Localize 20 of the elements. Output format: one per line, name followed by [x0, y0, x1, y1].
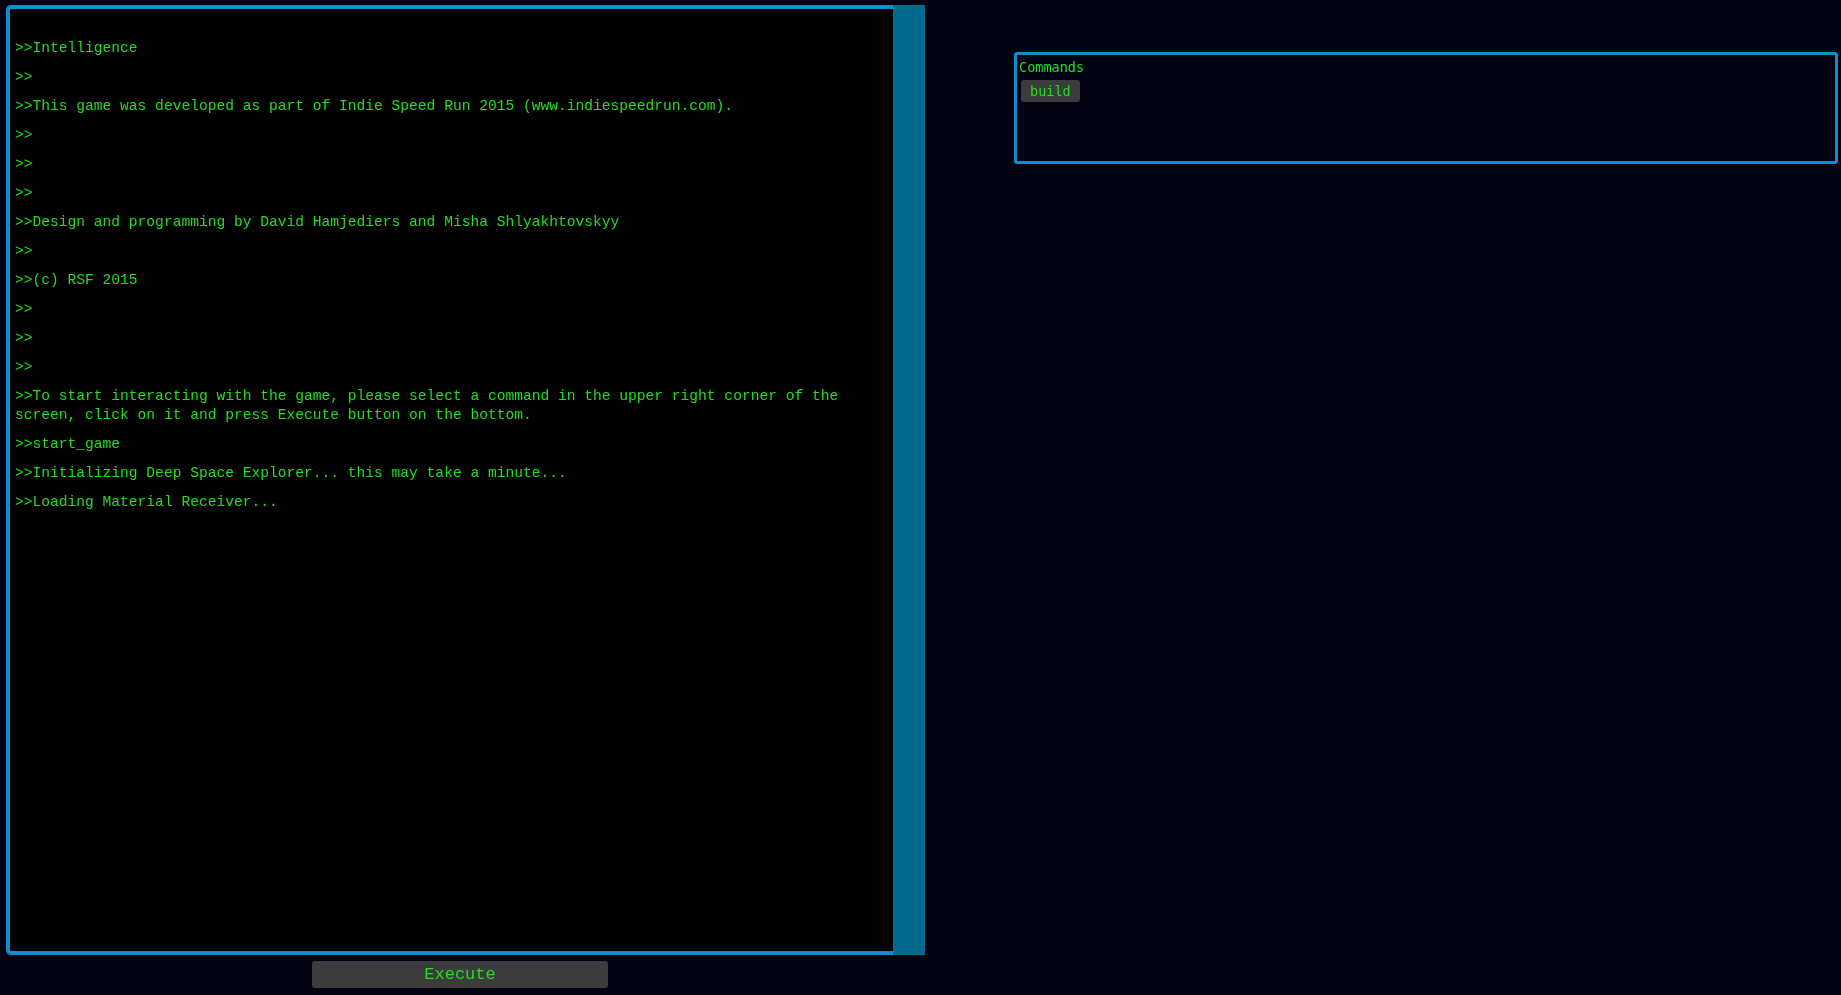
- console-line: >>: [15, 242, 34, 261]
- console-line: >>(c) RSF 2015: [15, 271, 139, 290]
- console-line: >>start_game: [15, 435, 122, 454]
- scrollbar[interactable]: [893, 5, 925, 955]
- execute-button[interactable]: Execute: [312, 961, 608, 988]
- console-line: >>: [15, 329, 34, 348]
- console-line: >>Initializing Deep Space Explorer... this may take a minute...: [15, 464, 568, 483]
- command-button[interactable]: build: [1021, 80, 1080, 102]
- console-line: >>Loading Material Receiver...: [15, 493, 279, 512]
- console-line: >>: [15, 155, 34, 174]
- console-line: >>This game was developed as part of Indie Speed Run 2015 (www.indiespeedrun.com).: [15, 97, 735, 116]
- console-line: >>: [15, 184, 34, 203]
- commands-title: Commands: [1019, 59, 1086, 75]
- console-line: >>: [15, 300, 34, 319]
- console-line: >>: [15, 126, 34, 145]
- console-line: >>Design and programming by David Hamjediers and Misha Shlyakhtovskyy: [15, 213, 621, 232]
- console-line: >>Intelligence: [15, 39, 139, 58]
- console-line: >>: [15, 68, 34, 87]
- console-line: >>: [15, 358, 34, 377]
- console-line: >>To start interacting with the game, please select a command in the upper right corner of the screen, click on it and press Execute button on the bottom.: [15, 387, 840, 425]
